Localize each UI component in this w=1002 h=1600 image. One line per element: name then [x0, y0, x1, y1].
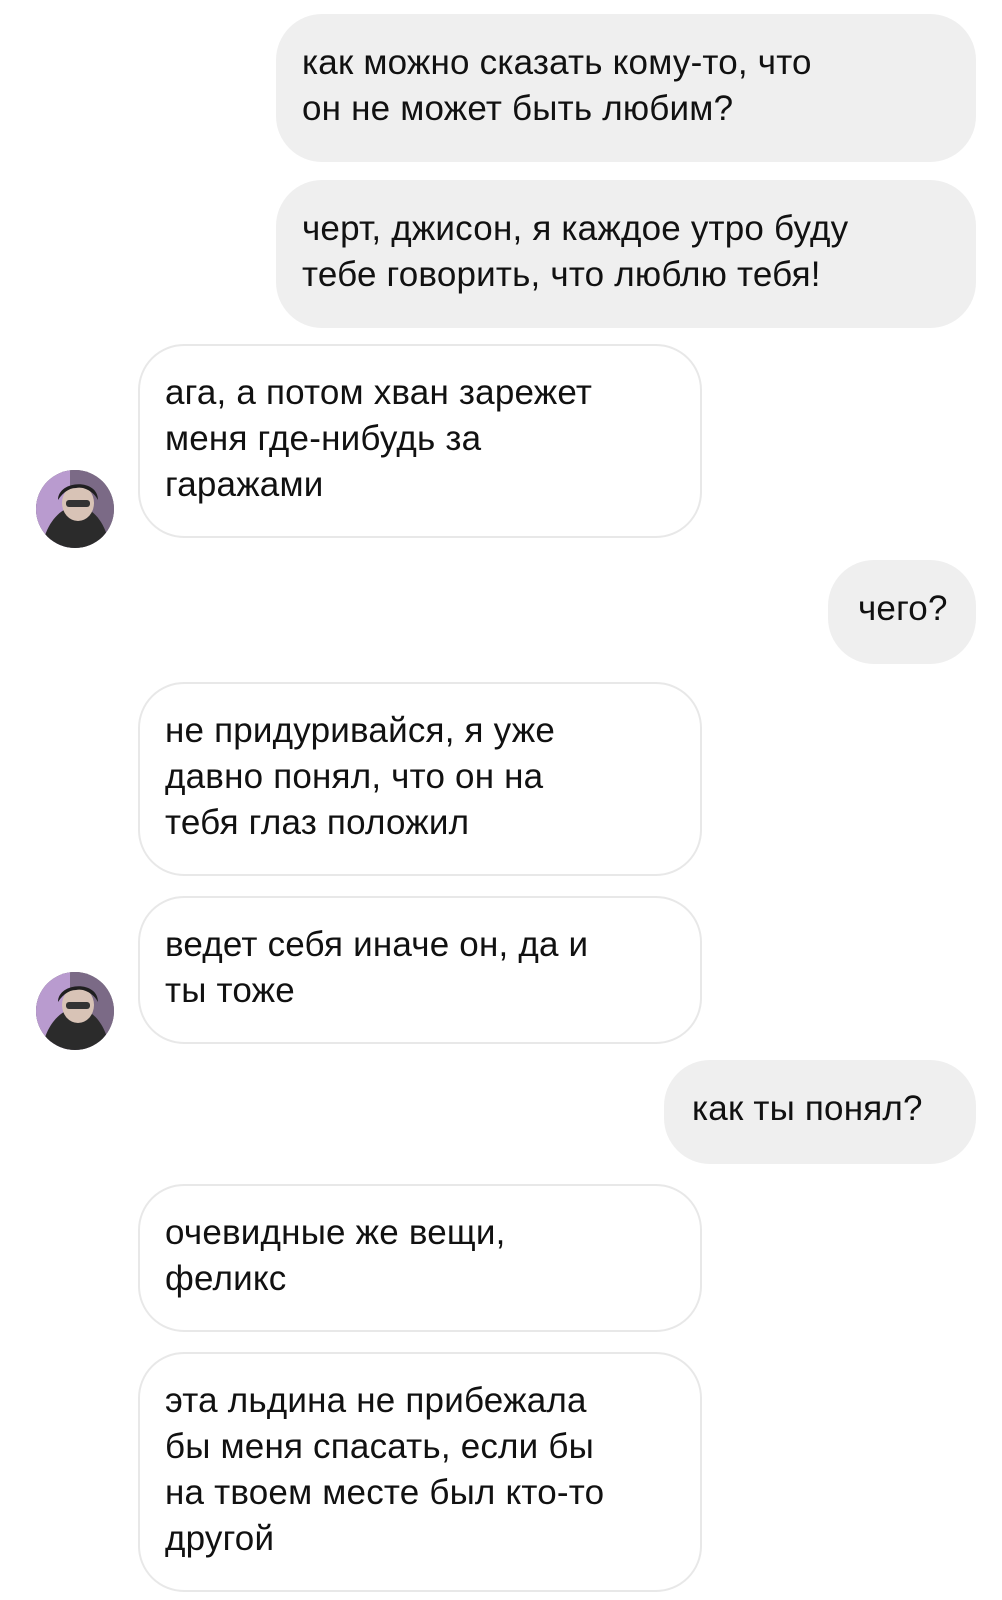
incoming-message-bubble[interactable]: ага, а потом хван зарежет меня где-нибуд… — [138, 344, 702, 538]
contact-avatar[interactable] — [36, 470, 114, 548]
contact-avatar-photo-icon — [36, 470, 114, 548]
outgoing-message-bubble[interactable]: как можно сказать кому-то, что он не мож… — [276, 14, 976, 162]
incoming-message-bubble[interactable]: ведет себя иначе он, да и ты тоже — [138, 896, 702, 1044]
incoming-message-bubble[interactable]: эта льдина не прибежала бы меня спасать,… — [138, 1352, 702, 1592]
outgoing-message-bubble[interactable]: чего? — [828, 560, 976, 664]
incoming-message-bubble[interactable]: не придуривайся, я уже давно понял, что … — [138, 682, 702, 876]
outgoing-message-bubble[interactable]: как ты понял? — [664, 1060, 976, 1164]
contact-avatar-photo-icon — [36, 972, 114, 1050]
contact-avatar[interactable] — [36, 972, 114, 1050]
outgoing-message-bubble[interactable]: черт, джисон, я каждое утро буду тебе го… — [276, 180, 976, 328]
chat-thread: как можно сказать кому-то, что он не мож… — [0, 0, 1002, 1600]
incoming-message-bubble[interactable]: очевидные же вещи, феликс — [138, 1184, 702, 1332]
